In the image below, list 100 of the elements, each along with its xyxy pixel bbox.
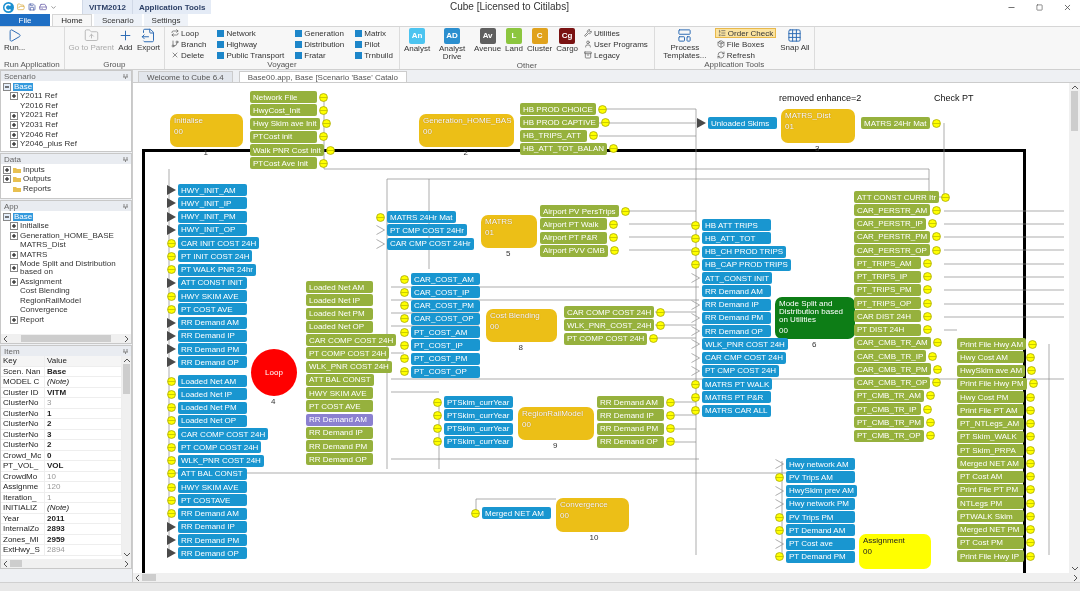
arrow-port-icon[interactable] bbox=[775, 498, 784, 509]
arrow-port-icon[interactable] bbox=[691, 339, 700, 350]
file-node[interactable]: Airport PT Walk bbox=[540, 218, 607, 231]
file-node[interactable]: RR Demand IP bbox=[178, 329, 247, 342]
ribbon-button[interactable]: Cg Cargo bbox=[556, 28, 579, 53]
file-node[interactable]: PT_CMB_TR_PM bbox=[854, 416, 924, 429]
file-node[interactable]: PT_TRIPS_IP bbox=[854, 270, 921, 283]
program-node[interactable]: Assignment 00 bbox=[859, 534, 931, 569]
ribbon-button[interactable]: Matrix bbox=[353, 28, 395, 38]
file-node[interactable]: PTCost Ave Init bbox=[250, 157, 317, 170]
file-node[interactable]: WLK_PNR COST 24H bbox=[178, 454, 264, 467]
expand-icon[interactable] bbox=[3, 165, 11, 174]
ribbon-button[interactable]: User Programs bbox=[582, 39, 650, 49]
file-node[interactable]: PTWALK Skim bbox=[957, 510, 1024, 523]
file-node[interactable]: RR Demand IP bbox=[178, 520, 247, 533]
file-node[interactable]: Print File Hwy PM bbox=[957, 377, 1027, 390]
arrow-port-icon[interactable] bbox=[775, 485, 784, 496]
tree-item[interactable]: Y2046_plus Ref bbox=[20, 140, 77, 149]
tree-item[interactable]: Base bbox=[13, 212, 34, 222]
scroll-right-icon[interactable] bbox=[1073, 574, 1078, 581]
ribbon-tab[interactable]: Scenario bbox=[94, 14, 142, 26]
file-node[interactable]: MATRS CAR ALL bbox=[702, 404, 771, 417]
expand-icon[interactable] bbox=[10, 264, 18, 273]
triangle-port-icon[interactable] bbox=[167, 535, 176, 545]
document-tab[interactable]: Base00.app, Base [Scenario 'Base' Catalo bbox=[238, 71, 408, 82]
scroll-up-icon[interactable] bbox=[1071, 85, 1078, 89]
pin-icon[interactable] bbox=[123, 156, 128, 162]
file-node[interactable]: Airport PT P&R bbox=[540, 231, 607, 244]
arrow-port-icon[interactable] bbox=[691, 326, 700, 336]
file-node[interactable]: PT COMP COST 24H bbox=[564, 332, 648, 345]
close-icon[interactable] bbox=[1063, 2, 1072, 12]
file-node[interactable]: PT_TRIPS_OP bbox=[854, 297, 921, 309]
ribbon-button[interactable]: Legacy bbox=[582, 50, 650, 60]
file-node[interactable]: Loaded Net IP bbox=[178, 388, 247, 401]
file-node[interactable]: PV Trips PM bbox=[786, 511, 855, 523]
tree-item[interactable]: MATRS bbox=[20, 250, 48, 260]
ribbon-button[interactable]: Add bbox=[117, 28, 133, 52]
ribbon-button[interactable]: Fratar bbox=[293, 50, 347, 60]
file-node[interactable]: RR Demand OP bbox=[178, 356, 247, 369]
ribbon-button[interactable]: Network bbox=[215, 28, 287, 38]
file-node[interactable]: RR Demand IP bbox=[702, 298, 771, 311]
file-node[interactable]: RR Demand OP bbox=[306, 453, 373, 466]
file-node[interactable]: Loaded Net PM bbox=[178, 401, 247, 414]
arrow-port-icon[interactable] bbox=[691, 352, 700, 363]
file-node[interactable]: PT COSTAVE bbox=[178, 494, 247, 507]
file-node[interactable]: PTSkim_currYear bbox=[444, 396, 513, 408]
triangle-port-icon[interactable] bbox=[167, 330, 176, 341]
file-node[interactable]: RR Demand PM bbox=[178, 343, 247, 355]
tree-item[interactable]: Y2046 Ref bbox=[20, 130, 58, 139]
expand-icon[interactable] bbox=[10, 121, 18, 130]
file-node[interactable]: PT_CMB_TR_IP bbox=[854, 403, 921, 415]
file-node[interactable]: HWY_INIT_PM bbox=[178, 210, 247, 223]
expand-icon[interactable] bbox=[10, 92, 18, 101]
file-node[interactable]: WLK_PNR_COST_24H bbox=[564, 319, 655, 332]
file-node[interactable]: PT Demand PM bbox=[786, 550, 855, 563]
drive-icon[interactable] bbox=[39, 3, 47, 11]
expand-icon[interactable] bbox=[10, 130, 18, 139]
file-node[interactable]: HB_ATT_TOT_BALAN bbox=[520, 142, 608, 155]
arrow-port-icon[interactable] bbox=[376, 238, 385, 249]
port-circle-icon[interactable] bbox=[325, 145, 335, 155]
program-node[interactable]: RegionRailModel 00 bbox=[518, 407, 594, 440]
file-node[interactable]: RR Demand OP bbox=[178, 547, 247, 560]
save-icon[interactable] bbox=[28, 3, 36, 11]
file-node[interactable]: WLK_PNR COST 24H bbox=[306, 360, 392, 373]
caret-icon[interactable] bbox=[50, 3, 57, 11]
tree-item[interactable]: Cost Blending bbox=[20, 287, 70, 296]
file-node[interactable]: HB PROD CAPTIVE bbox=[520, 116, 599, 129]
file-node[interactable]: PT INIT COST 24H bbox=[178, 250, 253, 263]
file-node[interactable]: PT Cost ave bbox=[786, 537, 855, 550]
triangle-port-icon[interactable] bbox=[167, 185, 176, 195]
file-node[interactable]: HB_CAP PROD TRIPS bbox=[702, 258, 791, 271]
tree-item[interactable]: Mode Split and Distribution based on bbox=[20, 259, 129, 277]
triangle-port-icon[interactable] bbox=[697, 118, 706, 128]
file-node[interactable]: CAR COMP COST 24H bbox=[306, 334, 397, 346]
expand-icon[interactable] bbox=[10, 316, 18, 325]
file-node[interactable]: PT_COST_PM bbox=[411, 352, 480, 365]
file-node[interactable]: PTSkim_currYear bbox=[444, 409, 513, 422]
loop-node[interactable]: Loop bbox=[251, 349, 297, 396]
file-node[interactable]: CAR COMP COST 24H bbox=[178, 428, 269, 440]
file-node[interactable]: Hwy network AM bbox=[786, 458, 855, 470]
app-logo-icon[interactable] bbox=[3, 1, 14, 13]
file-node[interactable]: ATT CONST CURR Itr bbox=[854, 191, 940, 203]
scrollbar-thumb[interactable] bbox=[1071, 91, 1078, 131]
file-node[interactable]: PT Cost PM bbox=[957, 536, 1024, 549]
expand-icon[interactable] bbox=[3, 175, 11, 184]
file-node[interactable]: RR Demand PM bbox=[306, 440, 373, 452]
ribbon-button[interactable]: Pilot bbox=[353, 39, 395, 49]
file-node[interactable]: NTLegs PM bbox=[957, 497, 1024, 509]
file-node[interactable]: HB_ATT_TOT bbox=[702, 232, 771, 245]
scroll-down-icon[interactable] bbox=[1071, 567, 1078, 571]
ribbon-button[interactable]: Export bbox=[136, 28, 161, 52]
file-node[interactable]: RR Demand PM bbox=[178, 534, 247, 546]
file-node[interactable]: PT_NTLegs_AM bbox=[957, 417, 1024, 430]
tree-item[interactable]: Reports bbox=[23, 184, 51, 194]
file-node[interactable]: HWY SKIM AVE bbox=[178, 481, 247, 493]
file-node[interactable]: CAR COMP COST 24H bbox=[564, 306, 655, 318]
scroll-down-icon[interactable] bbox=[123, 553, 130, 557]
file-node[interactable]: PT_TRIPS_AM bbox=[854, 257, 921, 270]
expand-icon[interactable] bbox=[10, 111, 18, 120]
ribbon-tab[interactable]: File bbox=[0, 14, 50, 26]
